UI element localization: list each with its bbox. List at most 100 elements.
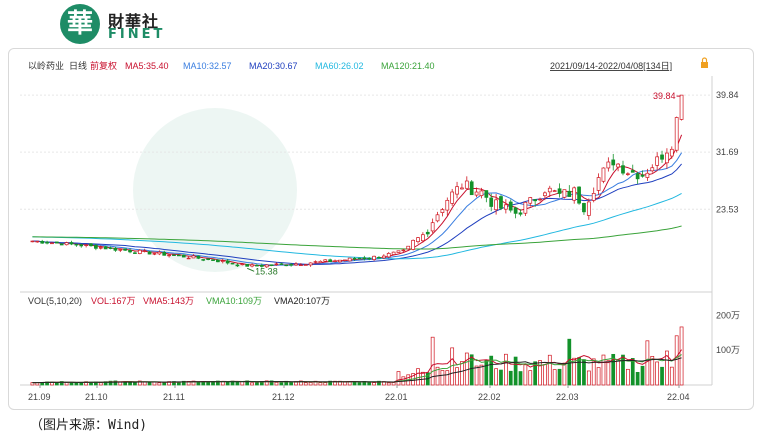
- candle-body: [381, 255, 386, 259]
- date-tick-label: 22.01: [385, 392, 408, 402]
- candle-body: [469, 181, 474, 196]
- date-tick-label: 21.11: [163, 392, 185, 402]
- watermark-logo-icon: [133, 108, 297, 272]
- candle-body: [211, 259, 215, 261]
- candle-body: [396, 250, 401, 253]
- moving-average-lines: [32, 134, 683, 267]
- candle-body: [142, 250, 147, 252]
- candle-body: [196, 255, 201, 259]
- candle-body: [235, 264, 240, 267]
- volume-bar: [250, 382, 254, 386]
- candle-body: [323, 259, 328, 262]
- date-tick-label: 21.09: [28, 392, 51, 402]
- volume-axis: 200万 100万: [716, 310, 740, 355]
- candle-body: [601, 167, 606, 182]
- candle-body: [455, 186, 459, 195]
- volume-bar: [157, 382, 162, 386]
- candle-body: [30, 240, 35, 243]
- volume-bar: [372, 382, 376, 386]
- candle-body: [84, 244, 88, 246]
- ma-legend-item: MA5:35.40: [125, 61, 169, 71]
- candle-body: [328, 259, 333, 262]
- ma-legend-item: MA120:21.40: [381, 61, 435, 71]
- candle-body: [440, 209, 445, 213]
- candle-body: [391, 251, 396, 255]
- candle-body: [445, 199, 450, 211]
- candle-body: [186, 257, 191, 260]
- volume-bar: [225, 381, 230, 386]
- volume-bar: [679, 326, 684, 386]
- low-arrow-line: [246, 267, 255, 272]
- candle-body: [206, 258, 211, 260]
- adjust-label[interactable]: 前复权: [90, 60, 117, 71]
- candle-body: [401, 249, 406, 252]
- candle-body: [294, 263, 298, 266]
- volume-bar: [289, 381, 293, 386]
- candle-body: [123, 248, 128, 251]
- volume-bar: [469, 354, 474, 386]
- candle-body: [425, 231, 430, 235]
- low-price-label: 15.38: [255, 266, 278, 276]
- candle-body: [499, 196, 503, 209]
- ma-legend-item: MA20:30.67: [249, 61, 298, 71]
- candle-body: [167, 254, 171, 257]
- candle-body: [533, 199, 538, 202]
- volume-bar: [455, 367, 459, 386]
- volume-bar: [645, 340, 650, 386]
- volume-bar: [64, 382, 69, 386]
- volume-bar: [494, 368, 498, 386]
- date-range[interactable]: 2021/09/14-2022/04/08[134日]: [550, 61, 672, 71]
- candle-body: [338, 259, 342, 263]
- candle-body: [274, 263, 279, 265]
- candle-body: [557, 188, 562, 194]
- volume-bar: [640, 365, 645, 386]
- price-tick-label: 31.69: [716, 147, 739, 157]
- volume-bar: [308, 382, 313, 386]
- candle-body: [606, 161, 611, 169]
- candle-body: [128, 250, 132, 253]
- candle-body: [225, 260, 230, 264]
- volume-bar: [523, 364, 528, 386]
- volume-bar: [391, 382, 396, 386]
- price-axis: 39.84 31.69 23.53: [716, 90, 739, 214]
- volume-bar: [54, 382, 59, 386]
- candle-body: [230, 262, 235, 265]
- candle-body: [543, 192, 547, 197]
- candlestick-series: [30, 94, 684, 268]
- period-label[interactable]: 日线: [69, 60, 87, 71]
- candle-body: [538, 198, 542, 201]
- volume-bar: [430, 336, 435, 386]
- volume-bar: [176, 382, 181, 386]
- volume-bar: [518, 371, 523, 386]
- ma-legend-item: MA10:32.57: [183, 61, 232, 71]
- lock-icon[interactable]: [701, 57, 708, 68]
- volume-bar: [557, 368, 562, 386]
- volume-bar: [484, 359, 489, 386]
- volume-bar: [255, 382, 259, 386]
- candle-body: [547, 187, 552, 193]
- stock-chart: 以岭药业 日线 前复权 MA5:35.40 MA10:32.57 MA20:30.6…: [20, 57, 740, 402]
- candle-body: [372, 255, 376, 260]
- volume-tick-label: 100万: [716, 345, 740, 355]
- candle-body: [279, 263, 284, 265]
- volume-bar: [396, 371, 401, 386]
- volume-bar: [674, 335, 679, 386]
- volume-tick-label: 200万: [716, 310, 740, 320]
- candle-body: [611, 159, 616, 166]
- candle-body: [635, 173, 640, 180]
- candle-body: [35, 240, 40, 243]
- candle-body: [98, 247, 103, 249]
- candle-body: [674, 117, 679, 151]
- candle-body: [54, 241, 59, 244]
- candle-body: [518, 212, 523, 215]
- volume-legend: VOL(5,10,20) VOL:167万 VMA5:143万 VMA10:109万 V…: [28, 296, 330, 306]
- candle-body: [103, 246, 108, 250]
- low-arrow-icon: [246, 267, 255, 272]
- volume-bar: [513, 356, 518, 386]
- candle-body: [645, 172, 650, 178]
- candle-body: [172, 254, 176, 256]
- candle-body: [152, 253, 157, 255]
- volume-bar: [323, 382, 328, 386]
- volume-bar: [606, 360, 611, 386]
- volume-bar: [147, 382, 152, 386]
